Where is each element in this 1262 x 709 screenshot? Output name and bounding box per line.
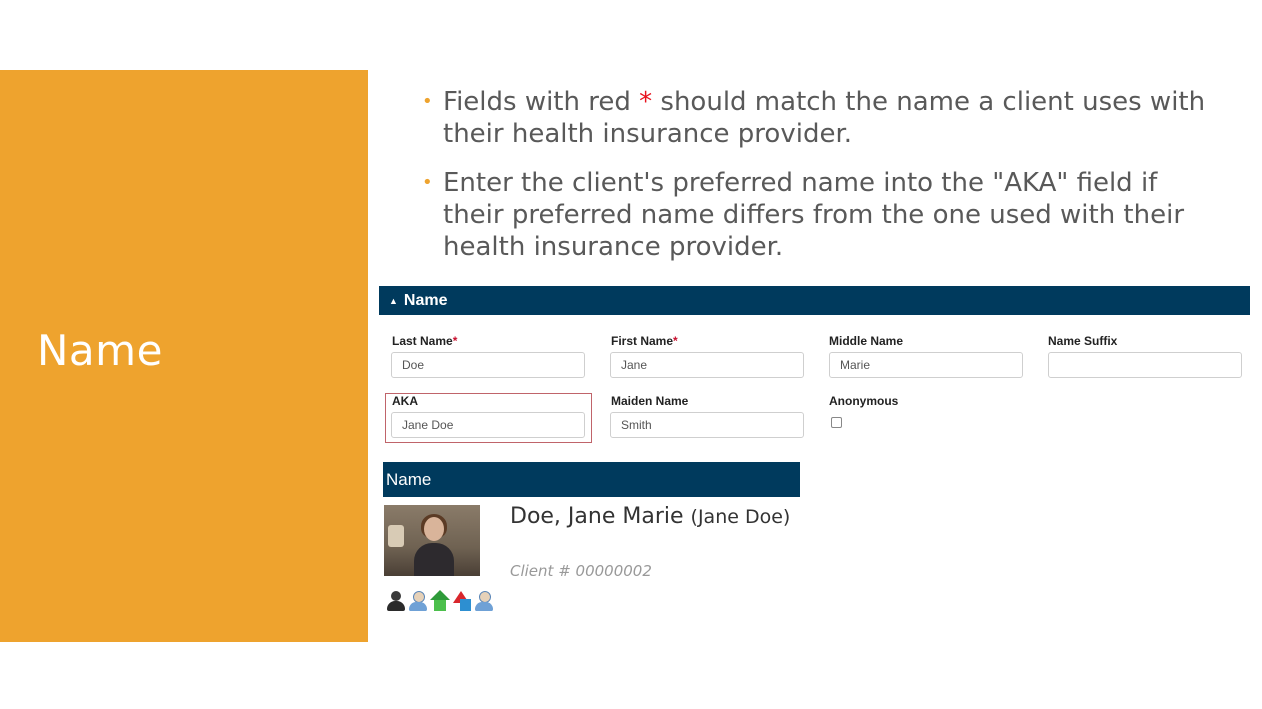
client-number: Client # 00000002 — [510, 562, 652, 580]
section-title: Name — [403, 291, 448, 309]
person-dark-icon[interactable] — [386, 590, 406, 612]
name-suffix-input[interactable] — [1048, 352, 1242, 378]
middle-name-input[interactable]: Marie — [829, 352, 1023, 378]
required-star: * — [639, 87, 653, 117]
person-blue-icon[interactable] — [474, 590, 494, 612]
bullet-list: • Fields with red * should match the nam… — [422, 86, 1222, 280]
slide-title: Name — [37, 326, 163, 375]
first-name-label: First Name* — [611, 334, 678, 348]
maiden-name-label: Maiden Name — [611, 394, 689, 408]
bullet-text: Fields with red — [443, 87, 640, 117]
collapse-icon[interactable]: ▲ — [389, 296, 398, 306]
client-display-name: Doe, Jane Marie — [510, 504, 684, 529]
aka-label: AKA — [392, 394, 418, 408]
first-name-input[interactable]: Jane — [610, 352, 804, 378]
client-aka: (Jane Doe) — [690, 506, 791, 528]
client-card-header: Name — [383, 462, 800, 497]
client-photo — [384, 505, 480, 576]
client-flag-icons — [386, 590, 494, 612]
anonymous-label: Anonymous — [829, 394, 899, 408]
bullet-icon: • — [422, 91, 433, 112]
aka-input[interactable]: Jane Doe — [391, 412, 585, 438]
anonymous-checkbox[interactable] — [831, 417, 842, 428]
person-blue-icon[interactable] — [408, 590, 428, 612]
shapes-icon[interactable] — [452, 590, 472, 612]
bullet-icon: • — [422, 172, 433, 193]
bullet-item: • Fields with red * should match the nam… — [422, 86, 1222, 150]
last-name-input[interactable]: Doe — [391, 352, 585, 378]
client-full-name: Doe, Jane Marie (Jane Doe) — [510, 505, 800, 529]
maiden-name-input[interactable]: Smith — [610, 412, 804, 438]
middle-name-label: Middle Name — [829, 334, 904, 348]
last-name-label: Last Name* — [392, 334, 458, 348]
bullet-text: Enter the client's preferred name into t… — [443, 168, 1185, 262]
house-icon[interactable] — [430, 590, 450, 612]
name-section-header[interactable]: ▲ Name — [379, 286, 1250, 315]
name-suffix-label: Name Suffix — [1048, 334, 1118, 348]
bullet-item: • Enter the client's preferred name into… — [422, 167, 1222, 263]
